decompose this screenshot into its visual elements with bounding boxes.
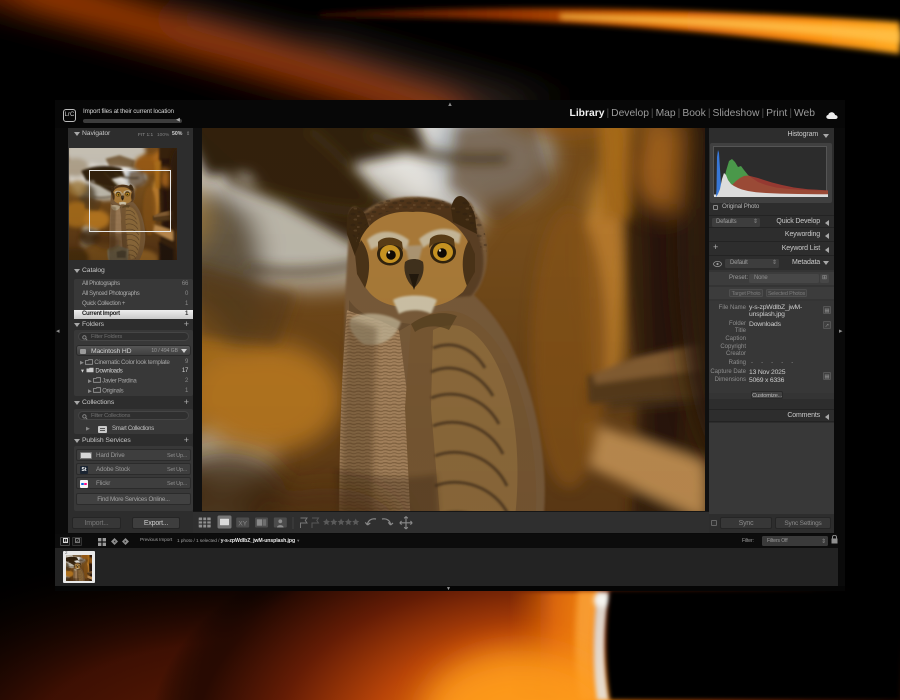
svg-text:XY: XY (238, 520, 247, 527)
